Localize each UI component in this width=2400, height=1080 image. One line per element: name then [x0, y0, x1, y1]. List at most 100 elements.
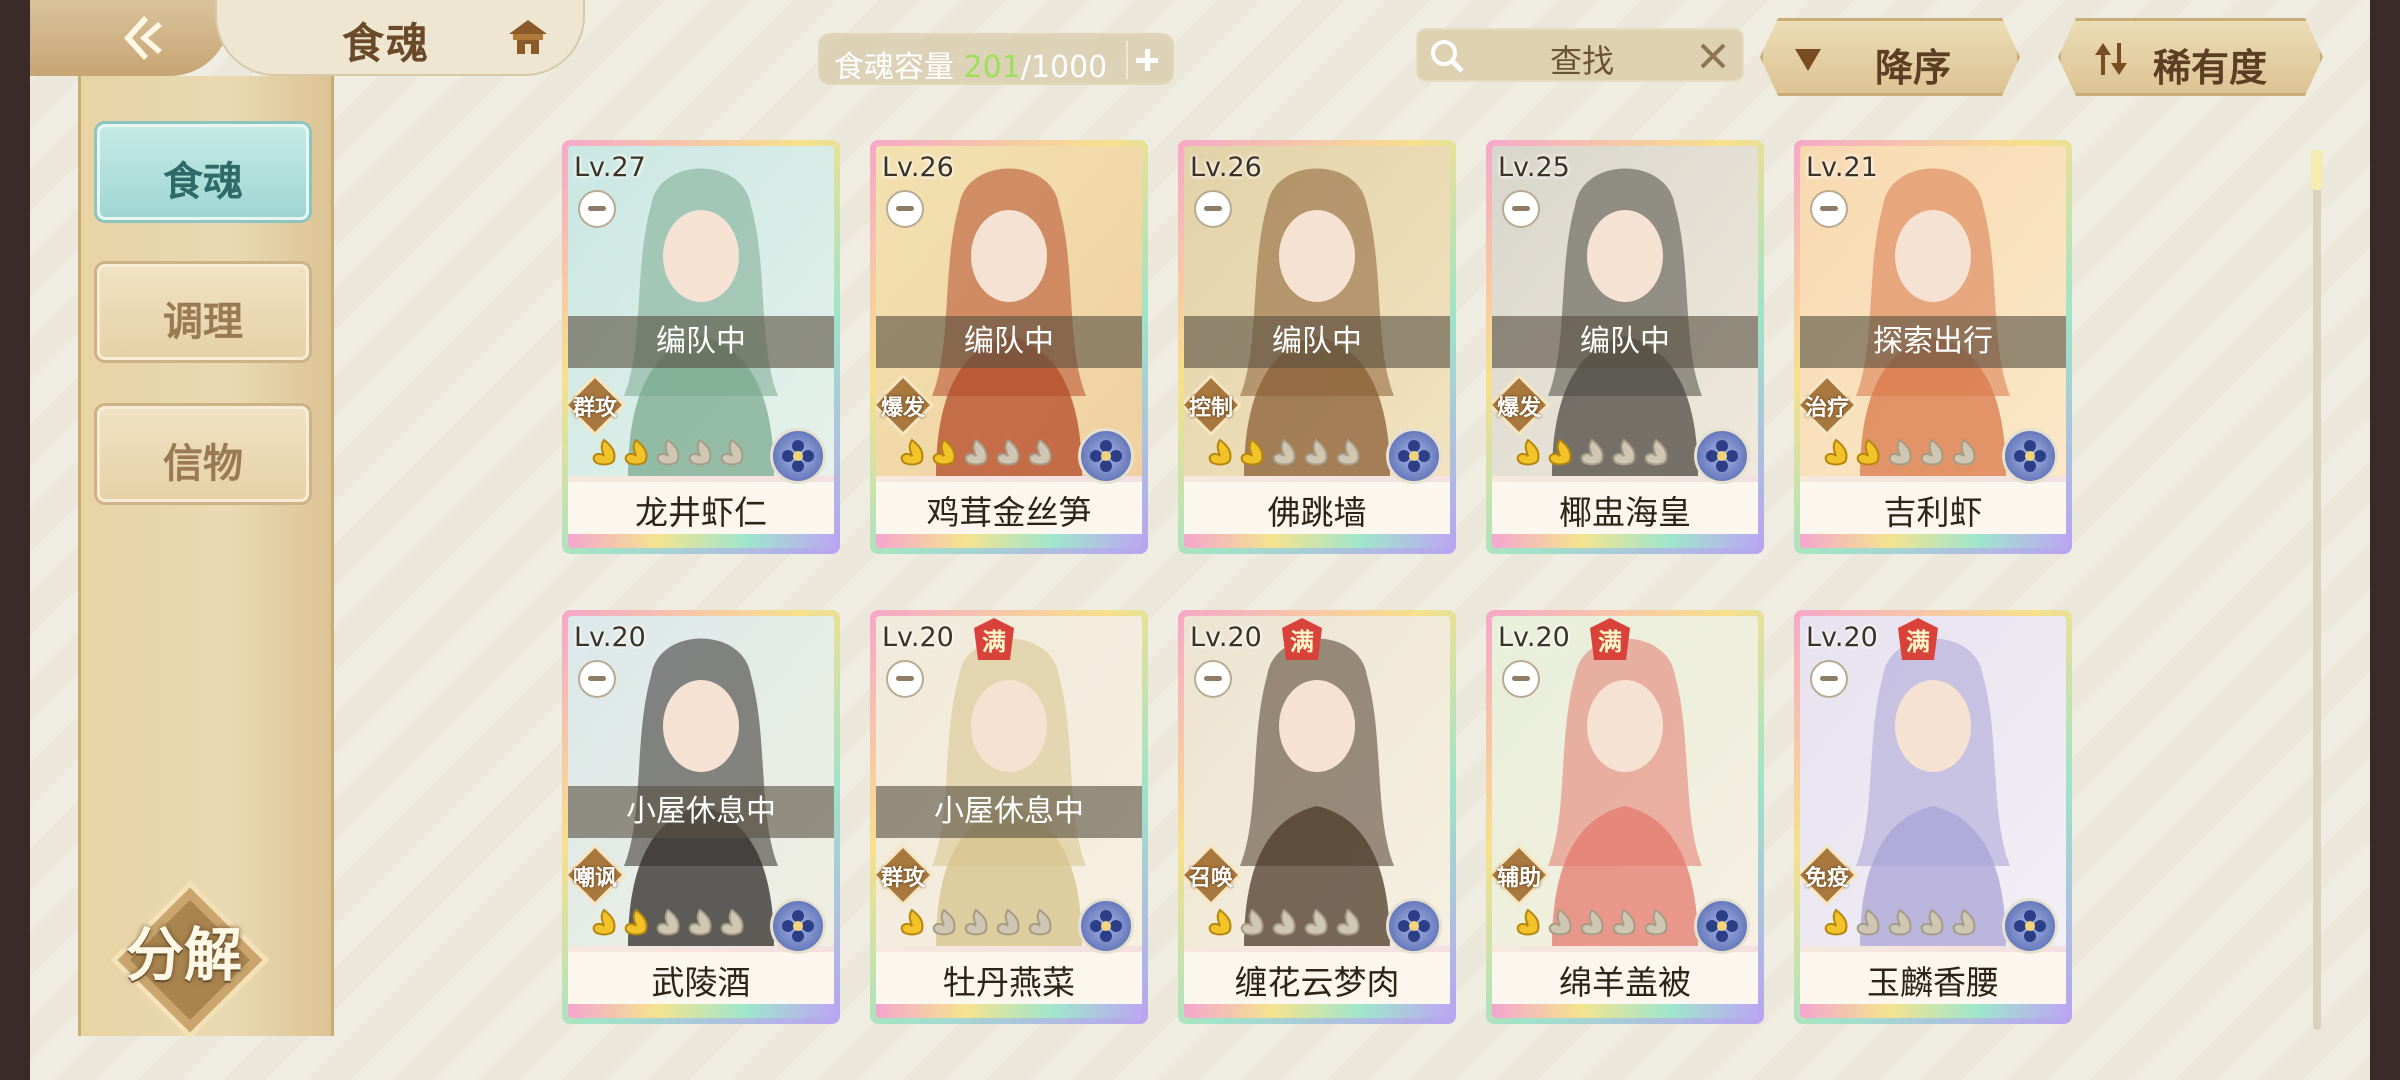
star-filled-icon [1516, 908, 1540, 936]
page-title: 食魂 [342, 19, 431, 68]
bowl-icon [578, 190, 616, 228]
card-level: Lv.26 [1190, 152, 1262, 183]
soul-card[interactable]: Lv.20 满免疫玉麟香腰 [1794, 610, 2072, 1024]
role-badge: 爆发 [876, 374, 934, 436]
max-badge: 满 [1590, 618, 1630, 660]
soul-card[interactable]: Lv.20 满辅助 绵羊盖被 [1486, 610, 1764, 1024]
soul-card[interactable]: Lv.26 编队中 爆发 鸡茸金丝笋 [870, 140, 1148, 554]
element-emblem [1386, 428, 1442, 484]
card-inner: Lv.25 编队中 爆发 椰盅海皇 [1492, 146, 1758, 548]
back-button[interactable] [30, 0, 230, 76]
star-rating [1206, 908, 1362, 942]
star-rating [590, 908, 746, 942]
star-empty-icon [1644, 438, 1668, 466]
role-label: 免疫 [1804, 866, 1849, 891]
add-capacity-icon[interactable] [1126, 41, 1166, 79]
element-emblem [2002, 898, 2058, 954]
tab-token[interactable]: 信物 [97, 406, 309, 502]
star-empty-icon [1888, 438, 1912, 466]
element-emblem [2002, 428, 2058, 484]
scrollbar-thumb[interactable] [2311, 150, 2323, 190]
bowl-icon [1194, 660, 1232, 698]
tab-token-label: 信物 [163, 440, 243, 487]
card-name: 玉麟香腰 [1867, 963, 1999, 1002]
top-bar: 食魂 食魂容量 201/1000 查找 降序 稀有度 [30, 0, 2370, 76]
flower-icon [2014, 440, 2046, 472]
scrollbar-track[interactable] [2313, 150, 2321, 1030]
star-rating [590, 438, 746, 472]
card-level: Lv.25 [1498, 152, 1570, 183]
flower-icon [782, 440, 814, 472]
star-empty-icon [996, 908, 1020, 936]
flower-icon [1398, 440, 1430, 472]
flower-icon [1706, 440, 1738, 472]
capacity-max: /1000 [1020, 50, 1108, 85]
card-inner: Lv.20 满免疫玉麟香腰 [1800, 616, 2066, 1018]
star-empty-icon [1612, 908, 1636, 936]
card-name: 吉利虾 [1883, 493, 1983, 532]
role-badge: 免疫 [1800, 844, 1858, 906]
soul-card[interactable]: Lv.20 满小屋休息中 群攻 牡丹燕菜 [870, 610, 1148, 1024]
soul-card[interactable]: Lv.20 满召唤 缠花云梦肉 [1178, 610, 1456, 1024]
star-empty-icon [1920, 438, 1944, 466]
soul-card[interactable]: Lv.20 小屋休息中 嘲讽 武陵酒 [562, 610, 840, 1024]
star-filled-icon [900, 908, 924, 936]
max-badge-label: 满 [1906, 628, 1930, 656]
card-status: 编队中 [568, 316, 834, 368]
sort-key-label: 稀有度 [2153, 45, 2268, 90]
star-empty-icon [720, 438, 744, 466]
tab-soul[interactable]: 食魂 [97, 124, 309, 220]
star-filled-icon [592, 438, 616, 466]
soul-card[interactable]: Lv.21 探索出行 治疗 吉利虾 [1794, 140, 2072, 554]
role-label: 控制 [1188, 396, 1233, 421]
clear-search-icon[interactable] [1696, 39, 1730, 73]
star-rating [1822, 908, 1978, 942]
card-name: 椰盅海皇 [1559, 493, 1691, 532]
sort-toggle-icon [2093, 41, 2129, 77]
house-icon[interactable] [507, 18, 549, 58]
search-input[interactable]: 查找 [1550, 36, 1614, 82]
decompose-label: 分解 [126, 921, 243, 989]
star-empty-icon [720, 908, 744, 936]
max-badge-label: 满 [982, 628, 1006, 656]
role-label: 群攻 [572, 396, 617, 421]
bowl-icon [1502, 660, 1540, 698]
card-name: 牡丹燕菜 [943, 963, 1075, 1002]
flower-icon [1398, 910, 1430, 942]
star-rating [898, 438, 1054, 472]
card-inner: Lv.26 编队中 控制 佛跳墙 [1184, 146, 1450, 548]
star-empty-icon [1336, 438, 1360, 466]
star-empty-icon [1304, 908, 1328, 936]
role-label: 召唤 [1188, 866, 1233, 891]
card-level: Lv.20 [1806, 622, 1878, 653]
star-empty-icon [1028, 908, 1052, 936]
soul-card[interactable]: Lv.26 编队中 控制 佛跳墙 [1178, 140, 1456, 554]
card-level: Lv.20 [1190, 622, 1262, 653]
sort-down-icon [1793, 45, 1823, 73]
role-label: 群攻 [880, 866, 925, 891]
role-badge: 控制 [1184, 374, 1242, 436]
soul-card[interactable]: Lv.27 编队中 群攻 龙井虾仁 [562, 140, 840, 554]
flower-icon [1090, 440, 1122, 472]
search-box[interactable]: 查找 [1416, 28, 1744, 82]
soul-card[interactable]: Lv.25 编队中 爆发 椰盅海皇 [1486, 140, 1764, 554]
role-label: 辅助 [1496, 866, 1541, 891]
card-name: 绵羊盖被 [1559, 963, 1691, 1002]
sort-key-button[interactable]: 稀有度 [2058, 18, 2323, 96]
element-emblem [1694, 898, 1750, 954]
star-empty-icon [1580, 438, 1604, 466]
flower-icon [782, 910, 814, 942]
element-emblem [770, 428, 826, 484]
game-screen: 食魂 食魂容量 201/1000 查找 降序 稀有度 食魂 调理 信物 分解 L… [30, 0, 2370, 1080]
star-rating [1206, 438, 1362, 472]
bowl-icon [1502, 190, 1540, 228]
star-empty-icon [1240, 908, 1264, 936]
sort-order-button[interactable]: 降序 [1760, 18, 2020, 96]
tab-tuning[interactable]: 调理 [97, 264, 309, 360]
capacity-label: 食魂容量 [834, 50, 964, 85]
card-inner: Lv.27 编队中 群攻 龙井虾仁 [568, 146, 834, 548]
star-filled-icon [1516, 438, 1540, 466]
element-emblem [1078, 428, 1134, 484]
star-empty-icon [1304, 438, 1328, 466]
card-name: 缠花云梦肉 [1234, 963, 1400, 1002]
